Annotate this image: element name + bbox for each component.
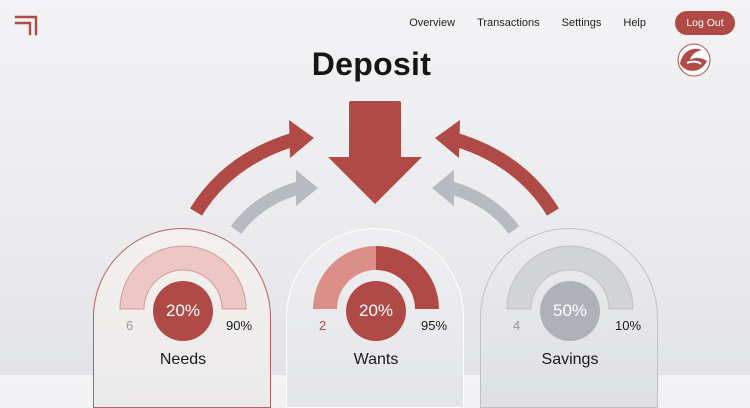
- wants-card[interactable]: 20% 2 95% Wants: [286, 228, 464, 408]
- needs-right-value: 90%: [226, 318, 253, 333]
- needs-left-value: 6: [126, 318, 134, 333]
- wants-label: Wants: [353, 351, 399, 368]
- savings-label: Savings: [541, 351, 599, 368]
- savings-left-value: 4: [513, 318, 521, 333]
- needs-label: Needs: [159, 351, 207, 368]
- wants-left-value: 2: [319, 318, 327, 333]
- grey-right-curved-arrow: [432, 170, 520, 234]
- wants-right-value: 95%: [421, 318, 448, 333]
- needs-card[interactable]: 20% 6 90% Needs: [93, 228, 271, 408]
- down-arrow-icon: [328, 101, 422, 204]
- grey-left-curved-arrow: [230, 170, 318, 234]
- savings-card[interactable]: 50% 4 10% Savings: [480, 228, 658, 408]
- savings-right-value: 10%: [615, 318, 642, 333]
